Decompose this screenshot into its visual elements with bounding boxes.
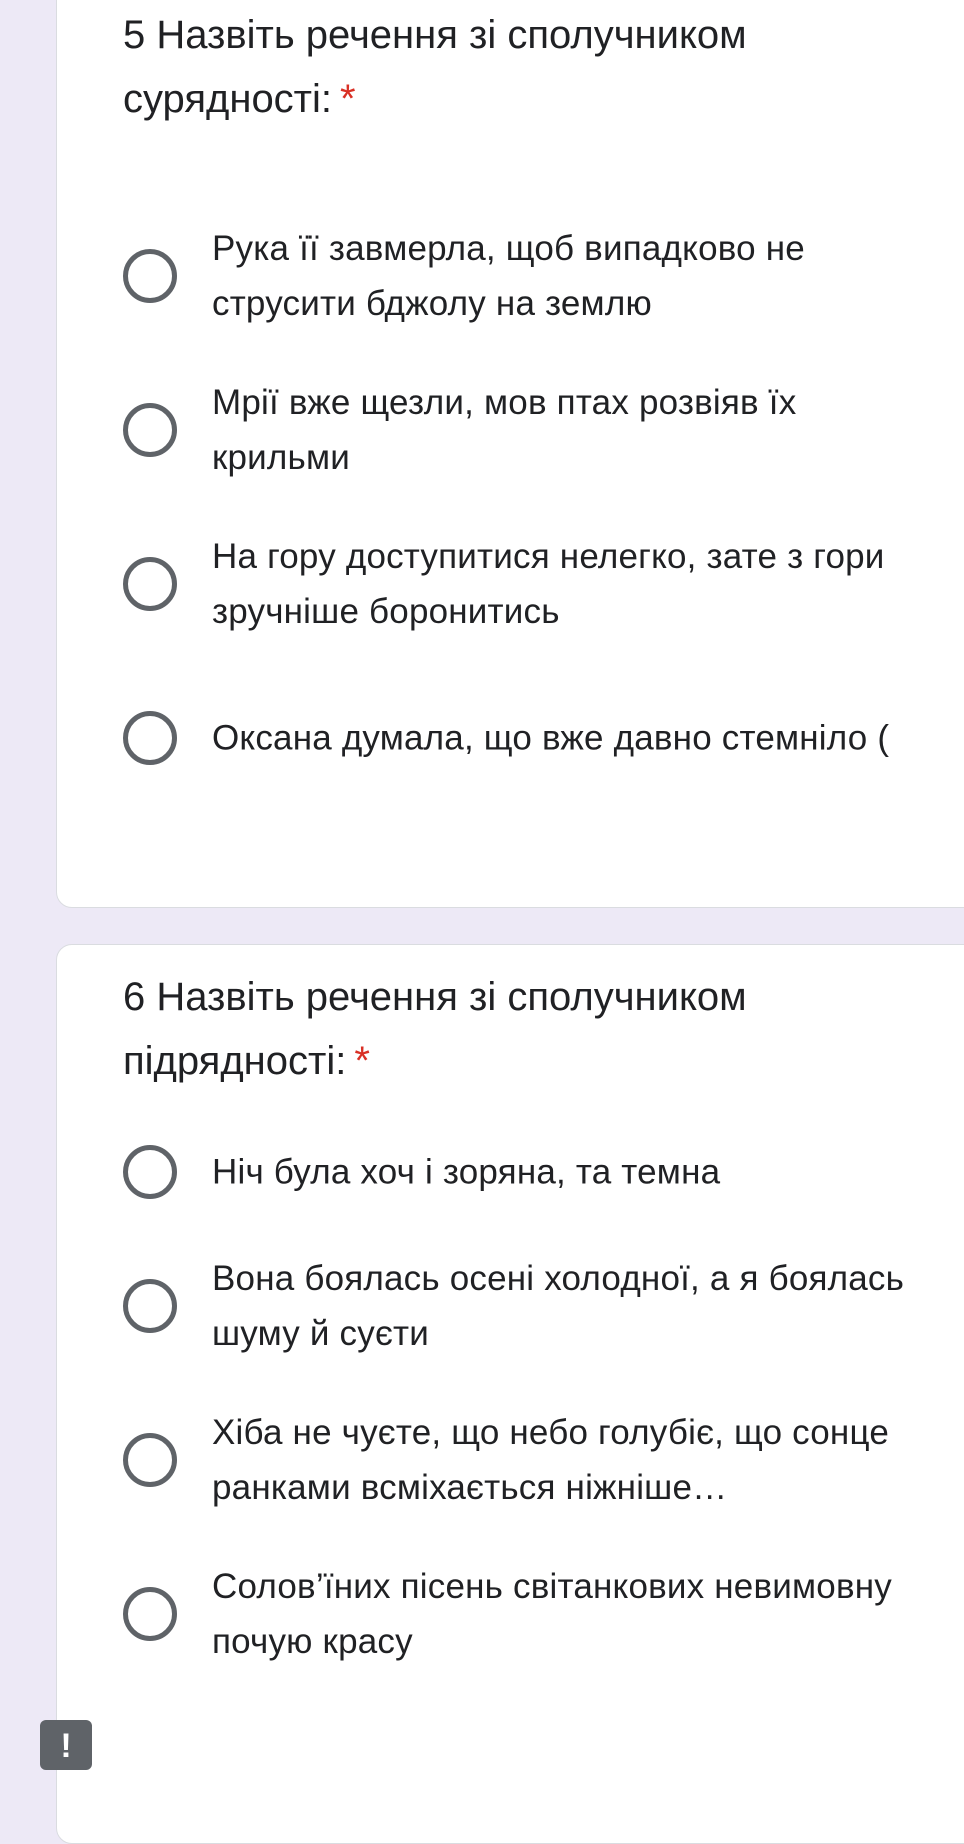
radio-option[interactable]: Ніч була хоч і зоряна, та темна <box>57 1107 964 1237</box>
radio-option[interactable]: Вона боялась осені холодної, а я боялась… <box>57 1241 964 1371</box>
radio-option[interactable]: Мрії вже щезли, мов птах розвіяв їх крил… <box>57 365 964 495</box>
option-label[interactable]: Вона боялась осені холодної, а я боялась… <box>212 1251 937 1361</box>
radio-button[interactable] <box>123 1145 177 1199</box>
radio-button[interactable] <box>123 1587 177 1641</box>
radio-button[interactable] <box>123 403 177 457</box>
radio-option[interactable]: Рука її завмерла, щоб випадково не струс… <box>57 211 964 341</box>
radio-option[interactable]: Солов’їних пісень світанкових невимовну … <box>57 1549 964 1679</box>
option-label[interactable]: На гору доступитися нелегко, зате з гори… <box>212 529 937 639</box>
option-label[interactable]: Оксана думала, що вже давно стемніло ( <box>212 711 937 766</box>
radio-button[interactable] <box>123 557 177 611</box>
radio-option[interactable]: Хіба не чуєте, що небо голубіє, що сонце… <box>57 1395 964 1525</box>
option-label[interactable]: Мрії вже щезли, мов птах розвіяв їх крил… <box>212 375 937 485</box>
option-label[interactable]: Хіба не чуєте, що небо голубіє, що сонце… <box>212 1405 937 1515</box>
option-label[interactable]: Рука її завмерла, щоб випадково не струс… <box>212 221 937 331</box>
question-card-6: 6 Назвіть речення зі сполучником підрядн… <box>56 944 964 1844</box>
option-label[interactable]: Солов’їних пісень світанкових невимовну … <box>212 1559 937 1669</box>
radio-button[interactable] <box>123 1279 177 1333</box>
required-asterisk: * <box>340 77 356 121</box>
question-title-text: 5 Назвіть речення зі сполучником сурядно… <box>123 13 747 121</box>
question-title-text: 6 Назвіть речення зі сполучником підрядн… <box>123 975 747 1083</box>
radio-button[interactable] <box>123 249 177 303</box>
radio-option[interactable]: На гору доступитися нелегко, зате з гори… <box>57 519 964 649</box>
radio-button[interactable] <box>123 1433 177 1487</box>
required-asterisk: * <box>354 1039 370 1083</box>
question-card-5: 5 Назвіть речення зі сполучником сурядно… <box>56 0 964 908</box>
option-label[interactable]: Ніч була хоч і зоряна, та темна <box>212 1145 937 1200</box>
question-title: 5 Назвіть речення зі сполучником сурядно… <box>123 3 843 131</box>
radio-option[interactable]: Оксана думала, що вже давно стемніло ( <box>57 673 964 803</box>
question-title: 6 Назвіть речення зі сполучником підрядн… <box>123 965 843 1093</box>
radio-button[interactable] <box>123 711 177 765</box>
alert-icon[interactable]: ! <box>40 1720 92 1770</box>
